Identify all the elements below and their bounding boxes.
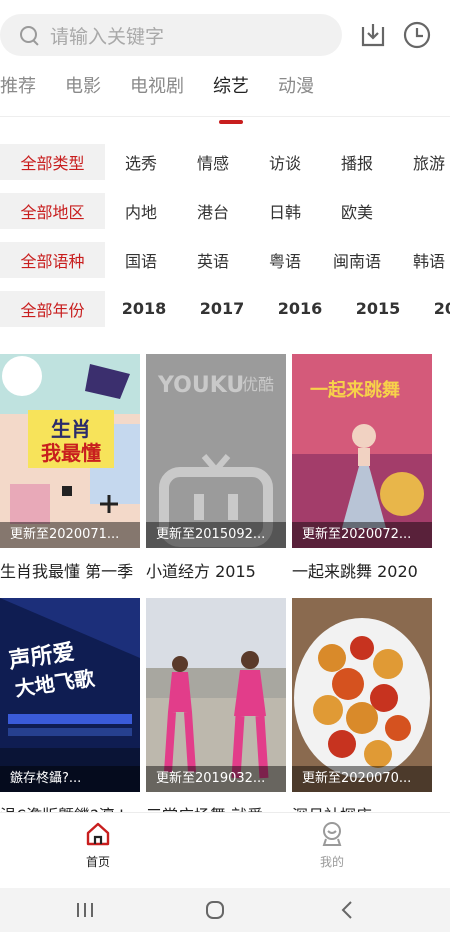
filter-option[interactable]: 旅游 [393,150,450,174]
poster-title: 我最懂 [41,441,101,465]
filter-option[interactable]: 欧美 [321,199,393,223]
poster-logo-text: YOUKU [157,373,244,398]
download-icon[interactable] [356,18,390,52]
filter-row-year: 全部年份 2018 2017 2016 2015 2014 [0,284,450,333]
filter-option[interactable]: 2014 [417,299,450,318]
update-badge: 更新至2019032... [146,766,286,792]
show-title: 小道经方 2015 [146,562,256,581]
update-badge: 更新至2020072... [292,522,432,548]
filter-option[interactable]: 访谈 [249,150,321,174]
top-bar: 请输入关键字 [0,0,450,64]
update-badge: 更新至2015092... [146,522,286,548]
tab-movie[interactable]: 电影 [65,72,101,112]
tab-divider [0,116,450,117]
filter-label-region[interactable]: 全部地区 [0,192,105,229]
show-card[interactable]: 一起来跳舞 更新至2020072... 一起来跳舞 2020 [292,354,432,582]
nav-profile[interactable]: 我的 [292,821,372,870]
bottom-navigation: 首页 我的 [0,812,450,888]
filter-option[interactable]: 2016 [261,299,339,318]
filter-option[interactable]: 情感 [177,150,249,174]
show-card[interactable]: 更新至2020070... 深月社探店 [292,598,432,812]
filter-option[interactable]: 内地 [105,199,177,223]
system-nav-bar [0,888,450,932]
poster-title: 一起来跳舞 [310,379,400,401]
recent-apps-icon[interactable] [72,900,98,920]
filter-option[interactable]: 闽南语 [321,248,393,272]
filter-row-language: 全部语种 国语 英语 粤语 闽南语 韩语 [0,235,450,284]
update-badge: 更新至2020071... [0,522,140,548]
filter-option[interactable]: 港台 [177,199,249,223]
update-badge: 更新至2020070... [292,766,432,792]
tab-tv-series[interactable]: 电视剧 [130,72,184,112]
poster-image: YOUKU 优酷 更新至2015092... [146,354,286,548]
filter-panel: 全部类型 选秀 情感 访谈 播报 旅游 全部地区 内地 港台 日韩 欧美 全部语… [0,137,450,333]
filter-label-language[interactable]: 全部语种 [0,241,105,278]
back-icon[interactable] [334,900,360,920]
tab-anime[interactable]: 动漫 [278,72,314,112]
home-button-icon[interactable] [202,900,228,920]
filter-option[interactable]: 2017 [183,299,261,318]
filter-option[interactable]: 选秀 [105,150,177,174]
category-tabs: 推荐 电影 电视剧 综艺 动漫 [0,72,343,112]
content-grid: 生肖 我最懂 更新至2020071... 生肖我最懂 第一季 YOUKU 优酷 … [0,354,450,812]
nav-profile-label: 我的 [319,855,344,869]
poster-image: 更新至2019032... [146,598,286,792]
nav-home[interactable]: 首页 [58,821,138,870]
show-title: 生肖我最懂 第一季 [0,562,134,581]
poster-title: 生肖 [51,417,91,441]
show-card[interactable]: 生肖 我最懂 更新至2020071... 生肖我最懂 第一季 [0,354,140,582]
show-title: 一起来跳舞 2020 [292,562,418,581]
show-card[interactable]: YOUKU 优酷 更新至2015092... 小道经方 2015 [146,354,286,582]
show-title: 三堂广场舞 就爱 [146,802,298,812]
filter-option[interactable]: 英语 [177,248,249,272]
tab-recommend[interactable]: 推荐 [0,72,36,112]
filter-row-type: 全部类型 选秀 情感 访谈 播报 旅游 [0,137,450,186]
poster-image: 声所爱 大地飞歌 鏃存柊鑷?... [0,598,140,792]
show-title: 涓€澹版墍鐖?澶ф [0,802,152,812]
filter-option[interactable]: 播报 [321,150,393,174]
filter-option[interactable]: 粤语 [249,248,321,272]
filter-option[interactable]: 2015 [339,299,417,318]
filter-row-region: 全部地区 内地 港台 日韩 欧美 [0,186,450,235]
show-title: 深月社探店 [292,802,444,812]
poster-image: 更新至2020070... [292,598,432,792]
poster-logo-text: 优酷 [242,375,274,394]
filter-option[interactable]: 2018 [105,299,183,318]
filter-option[interactable]: 日韩 [249,199,321,223]
filter-option[interactable]: 韩语 [393,248,450,272]
show-card[interactable]: 更新至2019032... 三堂广场舞 就爱 [146,598,286,812]
update-badge: 鏃存柊鑷?... [0,766,140,792]
search-input[interactable]: 请输入关键字 [0,14,342,56]
poster-image: 一起来跳舞 更新至2020072... [292,354,432,548]
filter-label-type[interactable]: 全部类型 [0,143,105,180]
show-card[interactable]: 声所爱 大地飞歌 鏃存柊鑷?... 涓€澹版墍鐖?澶ф [0,598,140,812]
home-icon [86,822,110,846]
filter-label-year[interactable]: 全部年份 [0,290,105,327]
nav-home-label: 首页 [85,855,110,869]
profile-icon [322,822,342,846]
search-placeholder: 请输入关键字 [50,25,165,48]
search-icon [18,24,40,46]
clock-icon[interactable] [400,18,434,52]
tab-variety[interactable]: 综艺 [213,72,249,112]
poster-image: 生肖 我最懂 更新至2020071... [0,354,140,548]
filter-option[interactable]: 国语 [105,248,177,272]
